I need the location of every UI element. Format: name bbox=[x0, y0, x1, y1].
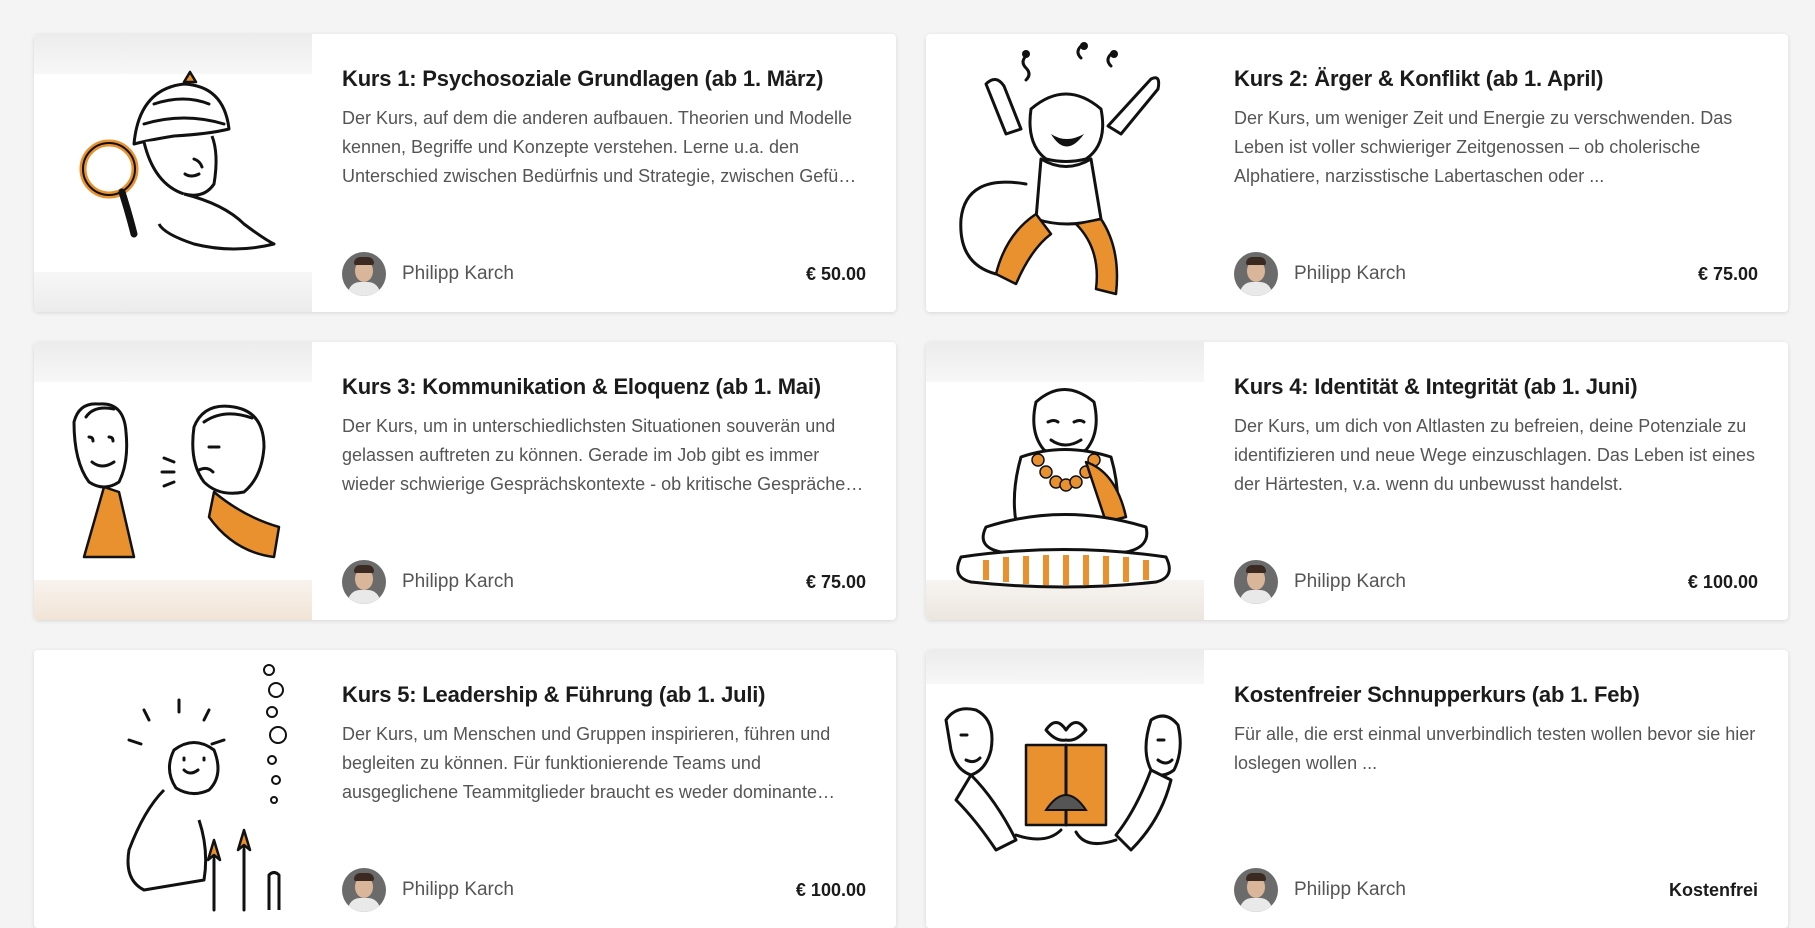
gift-exchange-icon bbox=[944, 707, 1182, 852]
course-footer: Philipp Karch € 75.00 bbox=[342, 560, 866, 604]
course-price: Kostenfrei bbox=[1668, 879, 1758, 900]
meditating-buddha-icon bbox=[956, 388, 1171, 589]
course-price: € 75.00 bbox=[805, 571, 866, 592]
course-description: Der Kurs, auf dem die anderen aufbauen. … bbox=[342, 108, 853, 187]
rocket-launcher-icon bbox=[126, 664, 287, 912]
angry-monkey-icon bbox=[959, 42, 1161, 296]
course-price: € 100.00 bbox=[795, 879, 866, 900]
two-faces-talking-icon bbox=[72, 402, 281, 559]
course-thumbnail[interactable] bbox=[34, 342, 312, 620]
course-price: € 75.00 bbox=[1697, 263, 1758, 284]
course-thumbnail[interactable] bbox=[34, 650, 312, 928]
author-avatar bbox=[1234, 868, 1278, 912]
course-description: Für alle, die erst einmal unverbindlich … bbox=[1234, 724, 1756, 774]
author-name: Philipp Karch bbox=[1294, 571, 1406, 592]
author-avatar bbox=[342, 868, 386, 912]
course-footer: Philipp Karch € 75.00 bbox=[1234, 252, 1758, 296]
course-card[interactable]: Kurs 2: Ärger & Konflikt (ab 1. April) D… bbox=[926, 34, 1788, 312]
author-name: Philipp Karch bbox=[1294, 879, 1406, 900]
author-avatar bbox=[342, 560, 386, 604]
course-description: Der Kurs, um in unterschiedlichsten Situ… bbox=[342, 416, 846, 495]
course-footer: Philipp Karch € 100.00 bbox=[342, 868, 866, 912]
course-thumbnail[interactable] bbox=[926, 650, 1204, 928]
course-card[interactable]: Kurs 3: Kommunikation & Eloquenz (ab 1. … bbox=[34, 342, 896, 620]
course-grid: Kurs 1: Psychosoziale Grundlagen (ab 1. … bbox=[34, 34, 1788, 928]
course-card[interactable]: Kurs 1: Psychosoziale Grundlagen (ab 1. … bbox=[34, 34, 896, 312]
course-description: Der Kurs, um Menschen und Gruppen inspir… bbox=[342, 724, 831, 803]
author-name: Philipp Karch bbox=[402, 879, 514, 900]
author-name: Philipp Karch bbox=[1294, 263, 1406, 284]
course-title[interactable]: Kurs 3: Kommunikation & Eloquenz (ab 1. … bbox=[342, 374, 866, 400]
course-footer: Philipp Karch € 50.00 bbox=[342, 252, 866, 296]
course-thumbnail[interactable] bbox=[926, 34, 1204, 312]
author-avatar bbox=[1234, 252, 1278, 296]
course-price: € 50.00 bbox=[805, 263, 866, 284]
course-card[interactable]: Kostenfreier Schnupperkurs (ab 1. Feb) F… bbox=[926, 650, 1788, 928]
course-description: Der Kurs, um weniger Zeit und Energie zu… bbox=[1234, 108, 1733, 187]
course-card[interactable]: Kurs 5: Leadership & Führung (ab 1. Juli… bbox=[34, 650, 896, 928]
detective-magnifier-icon bbox=[79, 70, 276, 251]
course-thumbnail[interactable] bbox=[926, 342, 1204, 620]
author-avatar bbox=[342, 252, 386, 296]
course-title[interactable]: Kurs 5: Leadership & Führung (ab 1. Juli… bbox=[342, 682, 866, 708]
course-card[interactable]: Kurs 4: Identität & Integrität (ab 1. Ju… bbox=[926, 342, 1788, 620]
course-title[interactable]: Kurs 2: Ärger & Konflikt (ab 1. April) bbox=[1234, 66, 1758, 92]
course-thumbnail[interactable] bbox=[34, 34, 312, 312]
course-footer: Philipp Karch € 100.00 bbox=[1234, 560, 1758, 604]
course-price: € 100.00 bbox=[1687, 571, 1758, 592]
course-title[interactable]: Kurs 1: Psychosoziale Grundlagen (ab 1. … bbox=[342, 66, 866, 92]
author-avatar bbox=[1234, 560, 1278, 604]
course-title[interactable]: Kostenfreier Schnupperkurs (ab 1. Feb) bbox=[1234, 682, 1758, 708]
author-name: Philipp Karch bbox=[402, 263, 514, 284]
course-description: Der Kurs, um dich von Altlasten zu befre… bbox=[1234, 416, 1756, 495]
course-title[interactable]: Kurs 4: Identität & Integrität (ab 1. Ju… bbox=[1234, 374, 1758, 400]
author-name: Philipp Karch bbox=[402, 571, 514, 592]
course-footer: Philipp Karch Kostenfrei bbox=[1234, 868, 1758, 912]
